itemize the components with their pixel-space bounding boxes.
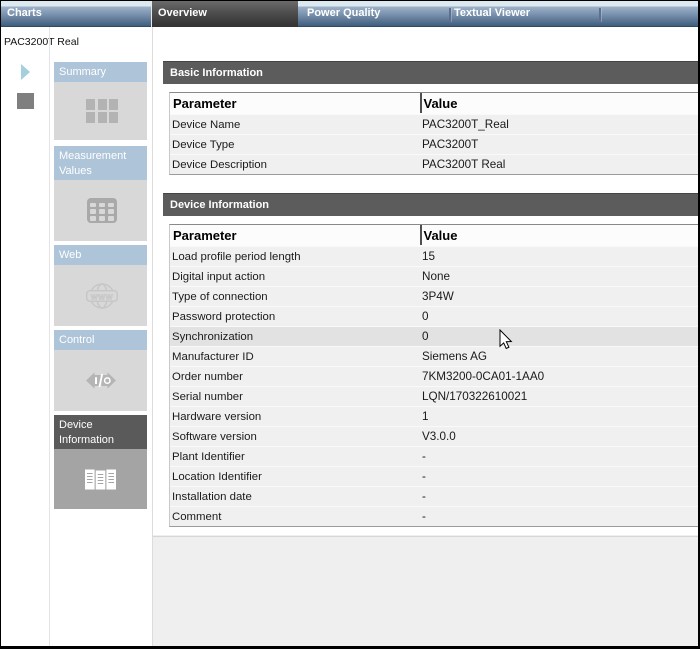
svg-text:WWW: WWW (90, 292, 112, 301)
